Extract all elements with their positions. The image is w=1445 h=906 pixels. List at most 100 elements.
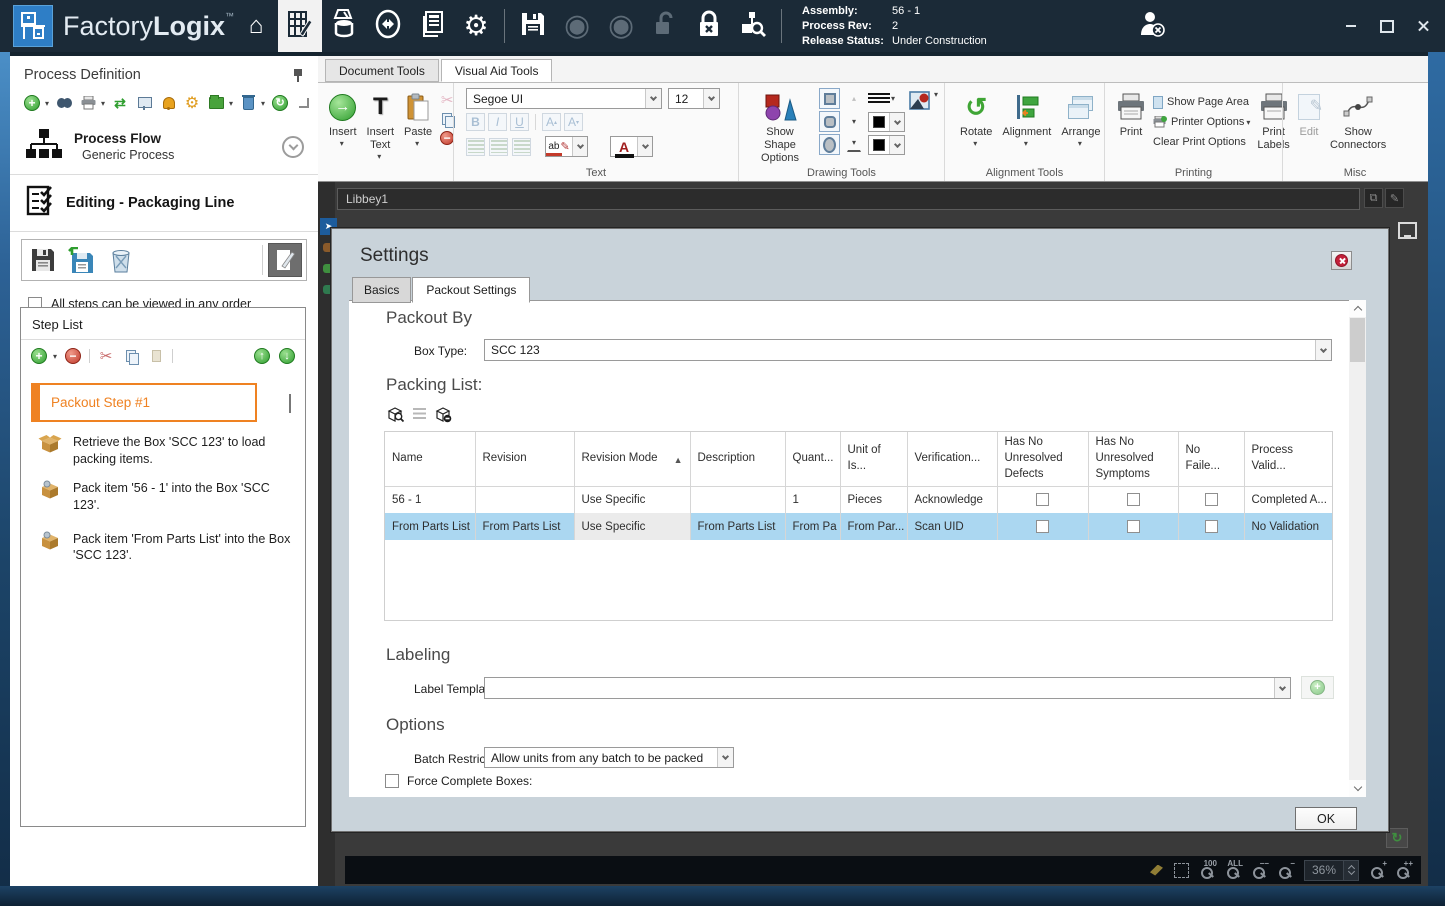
insert-image-button[interactable]: ▾	[909, 88, 938, 112]
table-row[interactable]: From Parts List From Parts List Use Specif…	[385, 513, 1332, 540]
packing-cell[interactable]: From Parts List	[385, 513, 476, 540]
column-header[interactable]: Unit of Is...	[840, 432, 908, 487]
column-header[interactable]: Revision Mode ▲	[574, 432, 691, 487]
chevron-down-icon[interactable]	[1315, 340, 1331, 360]
chevron-down-icon[interactable]	[1274, 678, 1290, 698]
show-connectors-button[interactable]: Show Connectors	[1325, 88, 1391, 154]
zoom-spinner-arrows[interactable]	[1343, 860, 1358, 880]
packing-cell[interactable]: Completed A...	[1244, 486, 1332, 513]
packing-cell[interactable]: Use Specific	[574, 486, 691, 513]
close-button[interactable]	[1415, 18, 1431, 34]
line-style-button[interactable]: ▾	[868, 88, 905, 109]
chevron-down-icon[interactable]	[889, 113, 904, 131]
delete-button[interactable]	[239, 94, 257, 112]
packing-cell[interactable]: Acknowledge	[907, 486, 998, 513]
brush-icon[interactable]	[1149, 864, 1163, 876]
lock-close-button[interactable]	[687, 0, 731, 52]
navigate-button[interactable]	[366, 0, 410, 52]
print-button[interactable]: Print	[1111, 88, 1151, 141]
insert-text-button[interactable]: T Insert Text ▾	[362, 88, 400, 164]
process-editor-button[interactable]	[278, 0, 323, 52]
shape-rectangle-button[interactable]	[819, 88, 840, 109]
add-caret-icon[interactable]: ▾	[45, 99, 49, 108]
collapse-button[interactable]	[295, 94, 313, 112]
packing-cell[interactable]: 1	[785, 486, 841, 513]
fit-to-screen-button[interactable]	[1398, 222, 1417, 239]
zoom-level-spinner[interactable]: 36%	[1303, 859, 1359, 881]
edit-button[interactable]: Edit	[1293, 88, 1325, 141]
redo-button[interactable]: ◉	[599, 0, 643, 52]
printer-options-button[interactable]: Printer Options ▾	[1153, 113, 1250, 131]
column-header[interactable]: Description	[690, 432, 786, 487]
add-step-caret-icon[interactable]: ▾	[53, 352, 57, 361]
document-name-field[interactable]: Libbey1	[337, 188, 1360, 210]
step-collapse-icon[interactable]	[289, 393, 291, 413]
show-shape-options-button[interactable]: Show Shape Options	[745, 88, 815, 168]
process-flow-item[interactable]: Process Flow Generic Process	[10, 121, 318, 174]
packing-cell[interactable]: Pieces	[840, 486, 908, 513]
delete-step-button[interactable]	[104, 243, 138, 277]
remove-step-button[interactable]: −	[64, 347, 82, 365]
highlight-color-button[interactable]: ab ✎	[545, 136, 588, 157]
cell-checkbox[interactable]	[1204, 520, 1218, 533]
save-step-button[interactable]	[26, 243, 60, 277]
chevron-down-icon[interactable]	[637, 137, 652, 156]
export-caret-icon[interactable]: ▾	[229, 99, 233, 108]
scroll-down-button[interactable]	[1349, 780, 1366, 797]
shape-scroll-down-button[interactable]: ▾	[847, 111, 861, 132]
edit-step-button[interactable]	[268, 243, 302, 277]
packing-cell[interactable]: From Parts List	[475, 513, 575, 540]
packing-cell[interactable]	[997, 486, 1089, 513]
shape-scroll-up-button[interactable]: ▴	[847, 88, 861, 109]
alignment-button[interactable]: Alignment ▾	[997, 88, 1056, 151]
logout-button[interactable]	[1130, 0, 1174, 52]
tab-document-tools[interactable]: Document Tools	[325, 59, 439, 82]
clear-print-options-button[interactable]: Clear Print Options	[1153, 133, 1250, 151]
insert-button[interactable]: → Insert ▾	[324, 88, 362, 151]
paste-button[interactable]: Paste ▾	[399, 88, 437, 151]
align-left-button[interactable]	[466, 137, 485, 156]
print-button[interactable]	[79, 94, 97, 112]
cell-checkbox[interactable]	[1036, 520, 1049, 533]
force-complete-checkbox[interactable]	[385, 774, 399, 788]
packing-cell[interactable]	[1088, 513, 1179, 540]
cell-checkbox[interactable]	[1036, 493, 1049, 507]
column-header[interactable]: Verification...	[907, 432, 998, 487]
print-caret-icon[interactable]: ▾	[101, 99, 105, 108]
alerts-button[interactable]	[159, 94, 177, 112]
list-view-button[interactable]	[409, 405, 429, 424]
column-header[interactable]: Has No Unresolved Defects	[997, 432, 1089, 487]
packing-cell[interactable]: 56 - 1	[385, 486, 476, 513]
station-search-button[interactable]	[731, 0, 775, 52]
documents-button[interactable]	[410, 0, 454, 52]
zoom-out-fast-button[interactable]: −−	[1252, 859, 1269, 879]
packing-cell[interactable]	[1088, 486, 1179, 513]
align-center-button[interactable]	[489, 137, 508, 156]
scrollbar-thumb[interactable]	[1350, 318, 1365, 362]
pin-icon[interactable]	[292, 68, 304, 82]
dialog-close-button[interactable]	[1331, 251, 1352, 270]
packing-cell[interactable]: From Parts List	[690, 513, 786, 540]
arrange-button[interactable]: Arrange ▾	[1056, 88, 1105, 151]
feeder-setup-button[interactable]	[322, 0, 366, 52]
refresh-button[interactable]: ↻	[271, 94, 289, 112]
line-color-button[interactable]	[868, 112, 905, 132]
chevron-down-icon[interactable]	[889, 136, 904, 154]
bold-button[interactable]: B	[466, 113, 485, 131]
rotate-button[interactable]: ↺ Rotate ▾	[955, 88, 997, 151]
packing-cell[interactable]: Scan UID	[907, 513, 998, 540]
remove-box-item-button[interactable]	[433, 405, 453, 424]
packing-cell[interactable]	[475, 486, 575, 513]
tab-packout-settings[interactable]: Packout Settings	[412, 277, 531, 303]
rename-button[interactable]: ✎	[1385, 188, 1404, 208]
process-settings-button[interactable]: ⚙	[183, 94, 201, 112]
underline-button[interactable]: U	[510, 113, 529, 131]
step-item[interactable]: Pack item 'From Parts List' into the Box…	[21, 518, 305, 569]
cut-button[interactable]: ✂	[97, 347, 115, 365]
undo-button[interactable]: ◉	[555, 0, 599, 52]
presentation-button[interactable]	[135, 94, 153, 112]
save-button[interactable]	[511, 0, 555, 52]
tab-basics[interactable]: Basics	[352, 277, 412, 303]
add-label-template-button[interactable]: +	[1301, 676, 1334, 699]
align-right-button[interactable]	[512, 137, 531, 156]
